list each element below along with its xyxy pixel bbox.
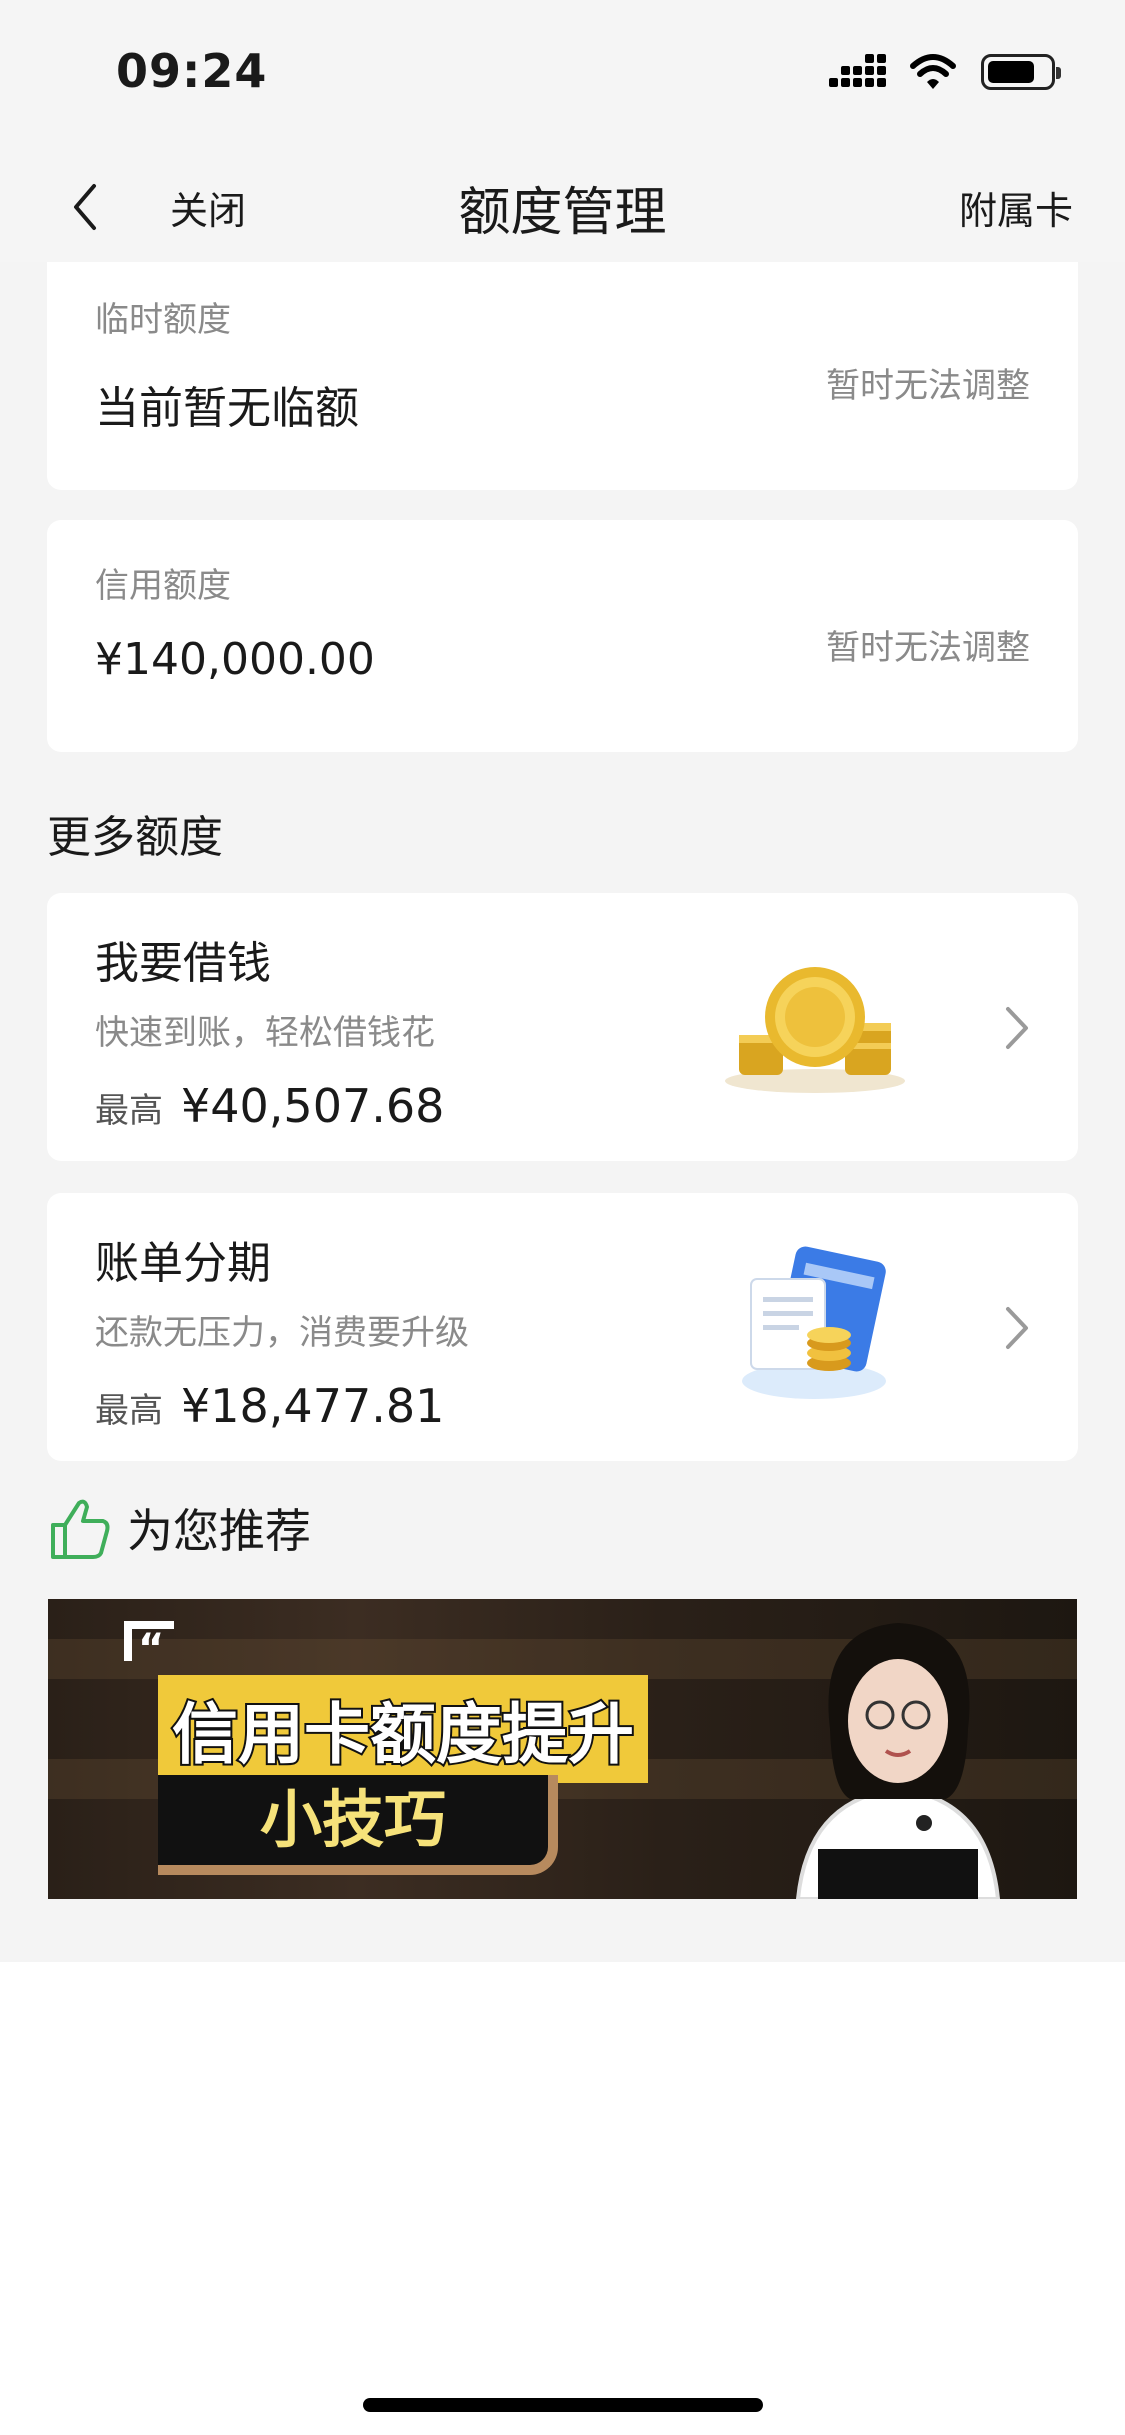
status-time: 09:24: [116, 44, 268, 98]
thumbs-up-icon: [51, 1499, 110, 1559]
quote-icon: “: [124, 1621, 174, 1669]
installment-offer-subtitle: 还款无压力，消费要升级: [95, 1313, 469, 1353]
navigation-bar: 关闭 额度管理 附属卡: [0, 150, 1125, 262]
cellular-signal-icon: [829, 54, 886, 87]
status-icons: [829, 52, 1061, 92]
bill-card-icon: [742, 1246, 886, 1399]
temp-limit-label: 临时额度: [95, 300, 231, 340]
chevron-right-icon: [1006, 1307, 1028, 1349]
banner-subheadline: 小技巧: [158, 1775, 558, 1875]
battery-icon: [981, 54, 1061, 90]
more-limits-title: 更多额度: [47, 812, 223, 863]
credit-limit-label: 信用额度: [95, 566, 231, 606]
status-bar: 09:24: [0, 0, 1125, 150]
loan-offer-max: 最高 ¥40,507.68: [95, 1079, 444, 1133]
wifi-icon: [910, 54, 956, 89]
loan-offer-title: 我要借钱: [95, 938, 271, 989]
installment-offer-title: 账单分期: [95, 1238, 271, 1289]
temp-limit-value: 当前暂无临额: [95, 383, 359, 434]
promo-banner[interactable]: “ 信用卡额度提升 小技巧: [48, 1599, 1077, 1899]
installment-offer-max-label: 最高: [95, 1391, 163, 1431]
presenter-photo: [795, 1623, 1001, 1899]
loan-offer-amount: ¥40,507.68: [181, 1079, 445, 1133]
chevron-right-icon: [1006, 1007, 1028, 1049]
loan-offer-max-label: 最高: [95, 1091, 163, 1131]
recommend-header: 为您推荐: [47, 1495, 311, 1561]
credit-limit-card: 信用额度 ¥140,000.00 暂时无法调整: [47, 520, 1078, 752]
temp-limit-note: 暂时无法调整: [826, 366, 1030, 406]
installment-offer-max: 最高 ¥18,477.81: [95, 1379, 444, 1433]
loan-offer-card[interactable]: 我要借钱 快速到账，轻松借钱花 最高 ¥40,507.68: [47, 893, 1078, 1161]
loan-offer-subtitle: 快速到账，轻松借钱花: [95, 1013, 435, 1053]
banner-headline: 信用卡额度提升: [158, 1675, 648, 1783]
installment-offer-amount: ¥18,477.81: [181, 1379, 445, 1433]
credit-limit-value: ¥140,000.00: [95, 634, 375, 685]
gold-coins-icon: [725, 967, 905, 1093]
supplementary-card-button[interactable]: 附属卡: [959, 180, 1073, 235]
installment-offer-card[interactable]: 账单分期 还款无压力，消费要升级 最高 ¥18,477.81: [47, 1193, 1078, 1461]
content-area: 临时额度 当前暂无临额 暂时无法调整 信用额度 ¥140,000.00 暂时无法…: [0, 262, 1125, 1962]
recommend-label: 为您推荐: [127, 1504, 311, 1558]
credit-limit-note: 暂时无法调整: [826, 628, 1030, 668]
temp-limit-card: 临时额度 当前暂无临额 暂时无法调整: [47, 262, 1078, 490]
page-title: 额度管理: [458, 183, 667, 243]
home-indicator: [363, 2398, 763, 2412]
